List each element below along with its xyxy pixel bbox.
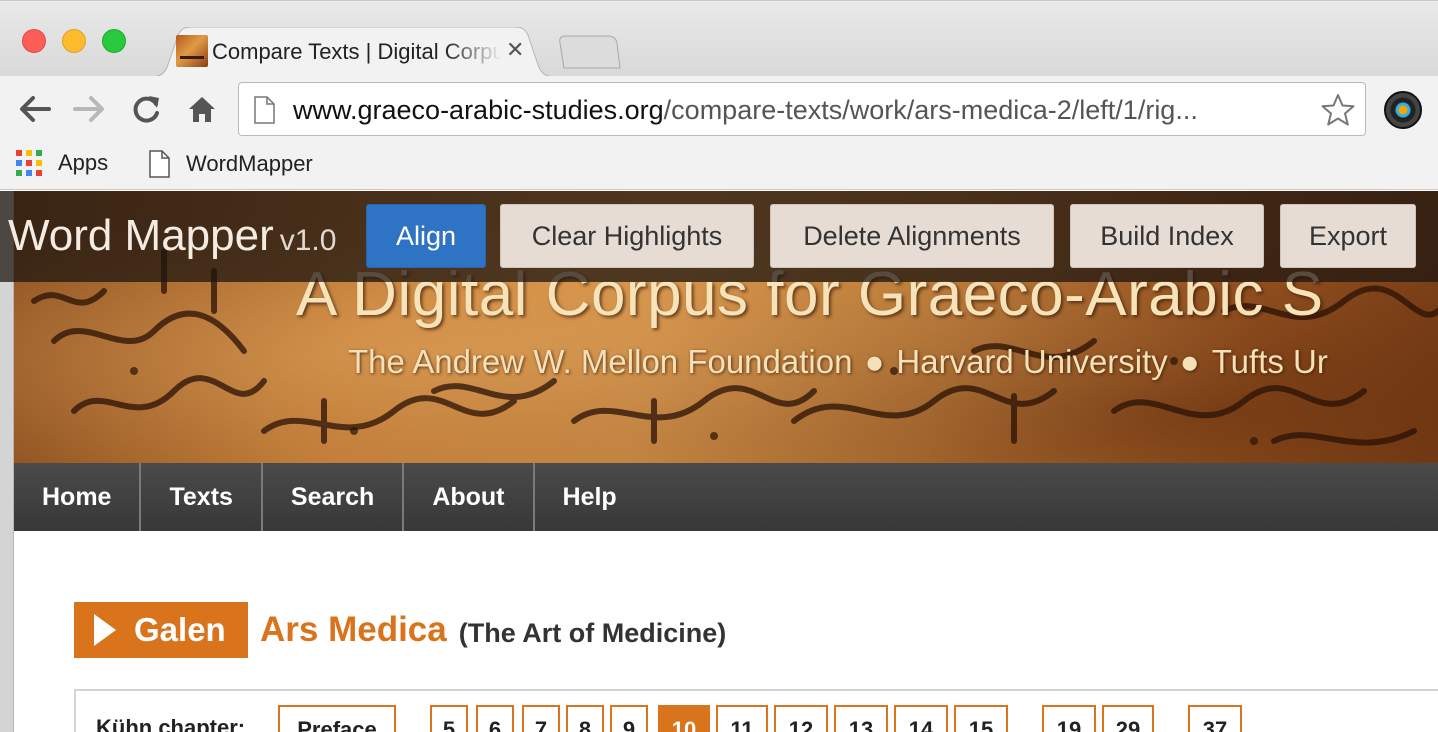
browser-tab[interactable]: Compare Texts | Digital Corpus for Graec…	[150, 27, 556, 77]
url-text: www.graeco-arabic-studies.org/compare-te…	[293, 95, 1198, 126]
wordmapper-version: v1.0	[279, 224, 337, 257]
site-favicon-icon	[176, 35, 208, 67]
work-translation: (The Art of Medicine)	[458, 617, 727, 648]
separator-dot: ●	[864, 343, 885, 380]
chapter-button[interactable]: 19	[1042, 705, 1096, 732]
chapter-button-preface[interactable]: Preface	[278, 705, 396, 732]
nav-about[interactable]: About	[404, 463, 535, 531]
browser-toolbar: www.graeco-arabic-studies.org/compare-te…	[0, 76, 1438, 144]
chapter-button[interactable]: 12	[774, 705, 828, 732]
align-button[interactable]: Align	[366, 204, 486, 268]
chapter-button[interactable]: 15	[954, 705, 1008, 732]
author-toggle[interactable]: Galen	[74, 602, 248, 658]
work-heading: Galen Ars Medica (The Art of Medicine)	[74, 602, 726, 658]
bookmark-apps[interactable]: Apps	[16, 150, 108, 176]
chapter-button[interactable]: 11	[716, 705, 768, 732]
home-icon	[189, 97, 215, 122]
new-tab-button[interactable]	[558, 35, 622, 69]
chapter-selector: Kühn chapter: Preface 5 6 7 8 9 10 11 12…	[74, 689, 1438, 732]
wordmapper-name: Word Mapper	[8, 211, 274, 260]
work-title: Ars Medica	[260, 610, 447, 649]
zoom-window-button[interactable]	[102, 29, 126, 53]
address-bar[interactable]: www.graeco-arabic-studies.org/compare-te…	[238, 82, 1366, 136]
clear-highlights-button[interactable]: Clear Highlights	[500, 204, 754, 268]
banner-sponsors: The Andrew W. Mellon Foundation ● Harvard …	[348, 343, 1328, 381]
bookmark-label: Apps	[58, 150, 109, 175]
play-triangle-icon	[94, 614, 116, 646]
sponsor-tufts: Tufts Ur	[1211, 343, 1328, 380]
chapter-button[interactable]: 8	[566, 705, 604, 732]
build-index-button[interactable]: Build Index	[1070, 204, 1264, 268]
author-name: Galen	[134, 611, 226, 648]
page-icon	[149, 150, 170, 178]
chapter-button[interactable]: 37	[1188, 705, 1242, 732]
page-icon	[254, 96, 275, 124]
apps-grid-icon	[16, 150, 42, 176]
url-path: /compare-texts/work/ars-medica-2/left/1/…	[663, 95, 1198, 125]
bookmark-label: WordMapper	[186, 151, 313, 176]
sponsor-mellon: The Andrew W. Mellon Foundation	[348, 343, 853, 380]
url-host: www.graeco-arabic-studies.org	[293, 95, 664, 125]
browser-titlebar: Compare Texts | Digital Corpus for Graec…	[0, 0, 1438, 77]
chapter-button[interactable]: 5	[430, 705, 468, 732]
home-button[interactable]	[184, 91, 220, 127]
chapter-button[interactable]: 29	[1102, 705, 1154, 732]
web-page: A Digital Corpus for Graeco-Arabic S The…	[0, 191, 1438, 732]
minimize-window-button[interactable]	[62, 29, 86, 53]
chapter-button-active[interactable]: 10	[658, 705, 710, 732]
tab-title: Compare Texts | Digital Corpus for Graec…	[212, 39, 502, 64]
chapter-button[interactable]: 9	[610, 705, 648, 732]
nav-texts[interactable]: Texts	[141, 463, 263, 531]
tab-close-icon[interactable]: ✕	[506, 37, 524, 63]
chapter-button[interactable]: 13	[834, 705, 888, 732]
chapter-button[interactable]: 6	[476, 705, 514, 732]
sponsor-harvard: Harvard University	[896, 343, 1168, 380]
nav-search[interactable]: Search	[263, 463, 405, 531]
close-window-button[interactable]	[22, 29, 46, 53]
forward-arrow-icon	[73, 96, 104, 122]
back-arrow-icon	[20, 96, 51, 122]
wordmapper-title: Word Mapper v1.0	[8, 211, 336, 261]
bookmarks-bar: Apps WordMapper	[0, 144, 1438, 190]
bookmark-star-icon[interactable]	[1321, 93, 1355, 127]
chapter-button[interactable]: 7	[522, 705, 560, 732]
reload-button[interactable]	[128, 91, 164, 127]
nav-help[interactable]: Help	[535, 463, 645, 531]
main-navigation: Home Texts Search About Help	[14, 463, 1438, 531]
reload-icon	[133, 96, 159, 123]
separator-dot: ●	[1179, 343, 1200, 380]
nav-home[interactable]: Home	[14, 463, 142, 531]
bookmark-wordmapper[interactable]: WordMapper	[148, 150, 313, 178]
export-button[interactable]: Export	[1280, 204, 1416, 268]
chapter-button[interactable]: 14	[894, 705, 948, 732]
wordmapper-toolbar: Word Mapper v1.0 Align Clear Highlights D…	[0, 191, 1438, 282]
back-button[interactable]	[16, 91, 52, 127]
camera-extension-icon[interactable]	[1384, 91, 1422, 129]
chapter-label: Kühn chapter:	[96, 715, 246, 732]
delete-alignments-button[interactable]: Delete Alignments	[770, 204, 1054, 268]
forward-button[interactable]	[72, 91, 108, 127]
